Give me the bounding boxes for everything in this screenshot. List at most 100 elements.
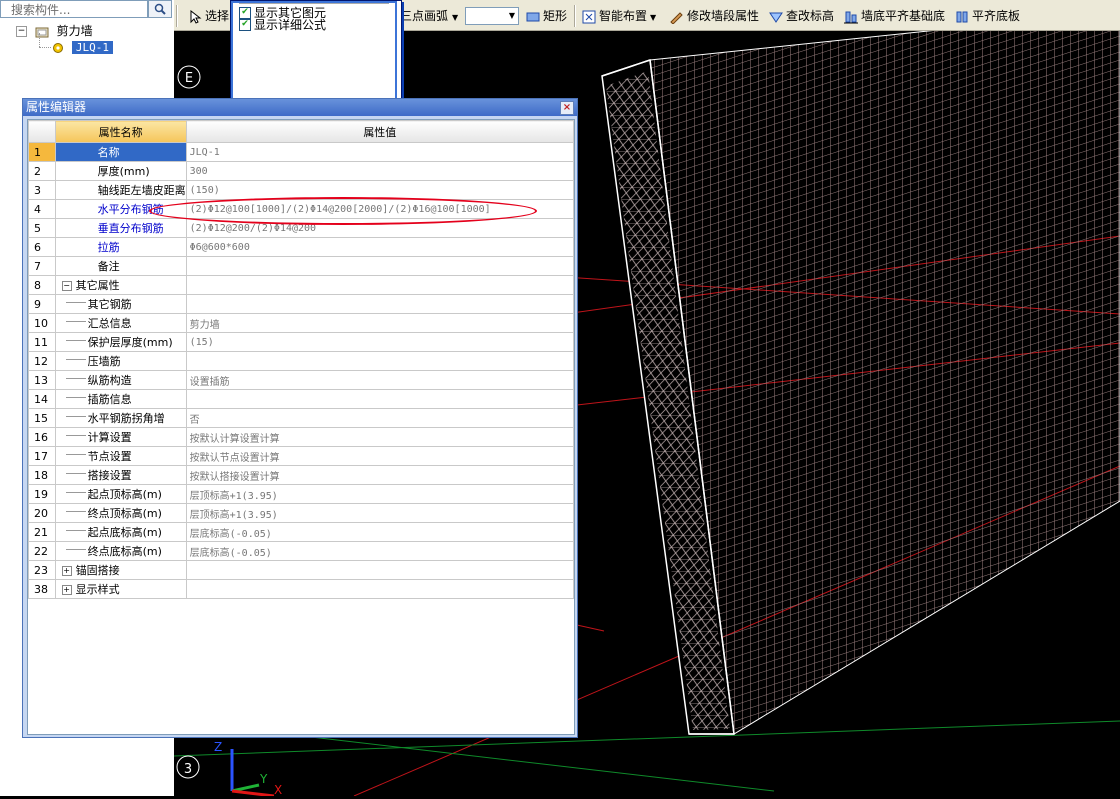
property-name-cell[interactable]: + 锚固搭接 <box>54 560 187 580</box>
property-row[interactable]: 2 厚度(mm) 300 <box>28 161 574 181</box>
property-row[interactable]: 15 水平钢筋拐角增 否 <box>28 408 574 428</box>
property-row[interactable]: 11 保护层厚度(mm) (15) <box>28 332 574 352</box>
property-value-cell[interactable]: 层顶标高+1(3.95) <box>185 503 574 523</box>
property-value-cell[interactable] <box>185 389 574 409</box>
property-row[interactable]: 5 垂直分布钢筋 (2)Φ12@200/(2)Φ14@200 <box>28 218 574 238</box>
property-row[interactable]: 17 节点设置 按默认节点设置计算 <box>28 446 574 466</box>
tree-node-shear-wall[interactable]: − 剪力墙 <box>16 23 93 39</box>
property-name: 计算设置 <box>87 431 132 444</box>
property-value-cell[interactable] <box>185 579 574 599</box>
property-name-cell[interactable]: 终点顶标高(m) <box>54 503 187 523</box>
property-value-cell[interactable]: (2)Φ12@200/(2)Φ14@200 <box>185 218 574 238</box>
property-row[interactable]: 12 压墙筋 <box>28 351 574 371</box>
search-input[interactable]: 搜索构件... <box>0 0 148 18</box>
property-value-cell[interactable] <box>185 351 574 371</box>
search-button[interactable] <box>148 0 172 18</box>
modify-wall-attr-button[interactable]: 修改墙段属性 <box>670 7 759 25</box>
property-name-cell[interactable]: − 其它属性 <box>54 275 187 295</box>
property-value-cell[interactable]: 按默认搭接设置计算 <box>185 465 574 485</box>
rectangle-button[interactable]: 矩形 <box>526 7 567 25</box>
three-point-arc-button[interactable]: 三点画弧 ▼ <box>400 7 458 25</box>
property-row[interactable]: 13 纵筋构造 设置插筋 <box>28 370 574 390</box>
property-row[interactable]: 22 终点底标高(m) 层底标高(-0.05) <box>28 541 574 561</box>
property-row[interactable]: 38 + 显示样式 <box>28 579 574 599</box>
collapse-icon[interactable]: − <box>61 281 72 291</box>
property-row[interactable]: 9 其它钢筋 <box>28 294 574 314</box>
property-name-cell[interactable]: 厚度(mm) <box>54 161 187 181</box>
property-name-cell[interactable]: 轴线距左墙皮距离 <box>54 180 187 200</box>
property-value-cell[interactable]: Φ6@600*600 <box>185 237 574 257</box>
property-row[interactable]: 10 汇总信息 剪力墙 <box>28 313 574 333</box>
property-value-cell[interactable]: 按默认计算设置计算 <box>185 427 574 447</box>
expand-icon[interactable]: + <box>61 585 72 595</box>
tree-node-jlq1[interactable]: JLQ-1 <box>52 39 113 55</box>
property-name-cell[interactable]: 汇总信息 <box>54 313 187 333</box>
align-bottom-slab-button[interactable]: 平齐底板 <box>955 7 1020 25</box>
property-row[interactable]: 23 + 锚固搭接 <box>28 560 574 580</box>
property-row[interactable]: 20 终点顶标高(m) 层顶标高+1(3.95) <box>28 503 574 523</box>
collapse-icon[interactable]: − <box>16 26 27 37</box>
property-row[interactable]: 16 计算设置 按默认计算设置计算 <box>28 427 574 447</box>
property-value-cell[interactable]: 否 <box>185 408 574 428</box>
property-row[interactable]: 4 水平分布钢筋 (2)Φ12@100[1000]/(2)Φ14@200[2000]… <box>28 199 574 219</box>
chevron-down-icon[interactable]: ▼ <box>452 13 458 22</box>
property-row[interactable]: 8− 其它属性 <box>28 275 574 295</box>
property-name-cell[interactable]: 名称 <box>54 142 187 162</box>
checkbox-checked-icon[interactable]: ✔ <box>239 7 251 19</box>
property-name-cell[interactable]: + 显示样式 <box>54 579 187 599</box>
expand-icon[interactable]: + <box>61 566 72 576</box>
property-row[interactable]: 14 插筋信息 <box>28 389 574 409</box>
property-row[interactable]: 18 搭接设置 按默认搭接设置计算 <box>28 465 574 485</box>
property-value-cell[interactable]: (2)Φ12@100[1000]/(2)Φ14@200[2000]/(2)Φ16… <box>185 199 574 219</box>
property-value-cell[interactable] <box>185 275 574 295</box>
arc-combo[interactable]: ▼ <box>465 7 519 25</box>
property-name-cell[interactable]: 起点顶标高(m) <box>54 484 187 504</box>
property-name-cell[interactable]: 其它钢筋 <box>54 294 187 314</box>
property-name-cell[interactable]: 压墙筋 <box>54 351 187 371</box>
property-value-cell[interactable]: 层顶标高+1(3.95) <box>185 484 574 504</box>
property-row[interactable]: 1 名称 JLQ-1 <box>28 142 574 162</box>
property-row[interactable]: 21 起点底标高(m) 层底标高(-0.05) <box>28 522 574 542</box>
property-name-cell[interactable]: 计算设置 <box>54 427 187 447</box>
check-elevation-button[interactable]: 查改标高 <box>769 7 834 25</box>
property-value-cell[interactable]: 300 <box>185 161 574 181</box>
property-name-cell[interactable]: 备注 <box>54 256 187 276</box>
property-value-cell[interactable]: 剪力墙 <box>185 313 574 333</box>
property-row[interactable]: 3 轴线距左墙皮距离 (150) <box>28 180 574 200</box>
close-button[interactable]: × <box>560 101 574 115</box>
select-button[interactable]: 选择 <box>188 7 229 25</box>
chevron-down-icon[interactable]: ▼ <box>509 11 515 20</box>
property-name-cell[interactable]: 水平钢筋拐角增 <box>54 408 187 428</box>
property-name-cell[interactable]: 保护层厚度(mm) <box>54 332 187 352</box>
smart-layout-button[interactable]: 智能布置 ▼ <box>582 7 656 25</box>
property-name-cell[interactable]: 起点底标高(m) <box>54 522 187 542</box>
property-row[interactable]: 7 备注 <box>28 256 574 276</box>
property-name-cell[interactable]: 垂直分布钢筋 <box>54 218 187 238</box>
property-name-cell[interactable]: 搭接设置 <box>54 465 187 485</box>
property-value-cell[interactable]: 按默认节点设置计算 <box>185 446 574 466</box>
row-number: 11 <box>28 332 56 352</box>
property-value-cell[interactable]: 设置插筋 <box>185 370 574 390</box>
checkbox-checked-icon[interactable]: ✔ <box>239 19 251 31</box>
property-name-cell[interactable]: 插筋信息 <box>54 389 187 409</box>
property-name-cell[interactable]: 水平分布钢筋 <box>54 199 187 219</box>
show-detail-formula-option[interactable]: ✔ 显示详细公式 <box>239 19 326 31</box>
property-value-cell[interactable] <box>185 256 574 276</box>
property-value-cell[interactable] <box>185 294 574 314</box>
property-value-cell[interactable] <box>185 560 574 580</box>
property-row[interactable]: 6 拉筋 Φ6@600*600 <box>28 237 574 257</box>
property-name-cell[interactable]: 节点设置 <box>54 446 187 466</box>
align-foundation-button[interactable]: 墙底平齐基础底 <box>844 7 945 25</box>
chevron-down-icon[interactable]: ▼ <box>650 13 656 22</box>
property-value-cell[interactable]: (150) <box>185 180 574 200</box>
property-editor-titlebar[interactable]: 属性编辑器 × <box>23 99 577 116</box>
property-editor-window: 属性编辑器 × 属性名称 属性值 1 名称 JLQ-1 2 厚度(mm) 300 3 轴线距左… <box>22 98 578 738</box>
property-name-cell[interactable]: 纵筋构造 <box>54 370 187 390</box>
property-value-cell[interactable]: 层底标高(-0.05) <box>185 522 574 542</box>
property-name-cell[interactable]: 终点底标高(m) <box>54 541 187 561</box>
property-value-cell[interactable]: (15) <box>185 332 574 352</box>
property-name-cell[interactable]: 拉筋 <box>54 237 187 257</box>
property-value-cell[interactable]: 层底标高(-0.05) <box>185 541 574 561</box>
property-row[interactable]: 19 起点顶标高(m) 层顶标高+1(3.95) <box>28 484 574 504</box>
property-value-cell[interactable]: JLQ-1 <box>185 142 574 162</box>
